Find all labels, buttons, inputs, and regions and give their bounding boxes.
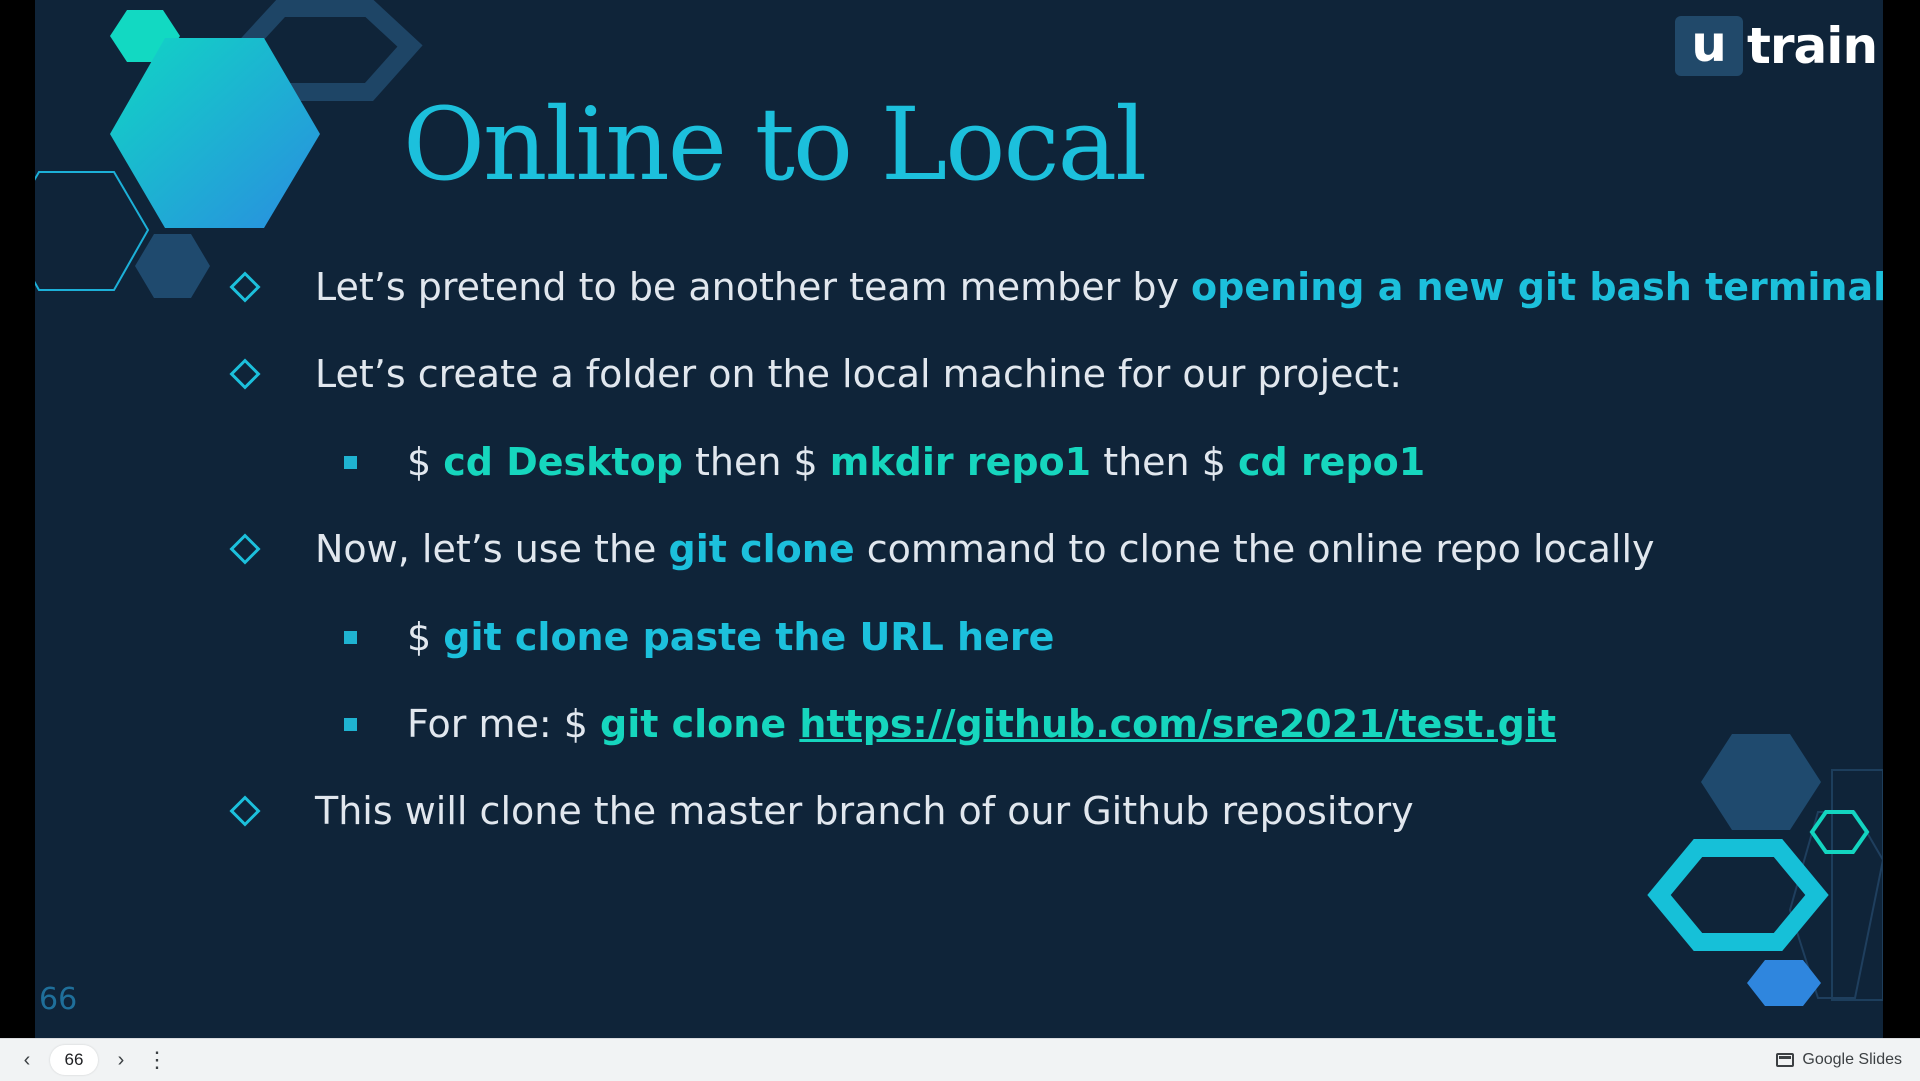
repo-url-link[interactable]: https://github.com/sre2021/test.git [799, 702, 1556, 746]
sub-text: $ [407, 615, 444, 659]
bullet-3-sub-1: $ git clone paste the URL here [407, 614, 1054, 660]
bullet-4-text: This will clone the master branch of our… [315, 789, 1414, 833]
square-bullet-icon [344, 456, 357, 469]
cmd-cd-repo: cd repo1 [1237, 440, 1426, 484]
bullet-1-text: Let’s pretend to be another team member … [315, 265, 1192, 309]
slide-title: Online to Local [403, 86, 1147, 203]
square-bullet-icon [344, 631, 357, 644]
cmd-cd-desktop: cd Desktop [443, 440, 683, 484]
utrain-logo: u train [1675, 16, 1878, 76]
bullet-3-sub-2: For me: $ git clone https://github.com/s… [407, 701, 1556, 747]
logo-box: u [1675, 16, 1743, 76]
bullet-2: Let’s create a folder on the local machi… [315, 351, 1402, 397]
page-indicator[interactable]: 66 [50, 1045, 98, 1075]
cmd-git-clone: git clone paste the URL here [443, 615, 1055, 659]
logo-word: train [1747, 17, 1878, 75]
bullet-3: Now, let’s use the git clone command to … [315, 526, 1655, 572]
slides-icon [1776, 1053, 1795, 1067]
bullet-2-sub: $ cd Desktop then $ mkdir repo1 then $ c… [407, 439, 1425, 485]
bullet-3-text: Now, let’s use the [315, 527, 669, 571]
presentation-toolbar: ‹ 66 › ⋮ Google Slides [0, 1038, 1920, 1081]
sub-text: $ [407, 440, 444, 484]
chevron-right-icon[interactable]: › [106, 1039, 136, 1081]
slide-page-number: 66 [39, 982, 78, 1017]
square-bullet-icon [344, 718, 357, 731]
cmd-git-clone: git clone [600, 702, 800, 746]
google-slides-brand[interactable]: Google Slides [1776, 1039, 1902, 1081]
bullet-1-highlight: opening a new git bash terminal [1191, 265, 1883, 309]
brand-label: Google Slides [1802, 1051, 1902, 1068]
bullet-4: This will clone the master branch of our… [315, 788, 1414, 834]
bullet-2-text: Let’s create a folder on the local machi… [315, 352, 1403, 396]
sub-text: then $ [682, 440, 830, 484]
slide: u train Online to Local Let’s pretend to… [35, 0, 1883, 1038]
bullet-3-text: command to clone the online repo locally [854, 527, 1655, 571]
bullet-3-highlight: git clone [668, 527, 855, 571]
chevron-left-icon[interactable]: ‹ [12, 1039, 42, 1081]
more-vert-icon[interactable]: ⋮ [144, 1039, 170, 1081]
cmd-mkdir: mkdir repo1 [829, 440, 1092, 484]
sub-text: For me: $ [407, 702, 600, 746]
sub-text: then $ [1091, 440, 1238, 484]
bullet-1: Let’s pretend to be another team member … [315, 264, 1883, 310]
